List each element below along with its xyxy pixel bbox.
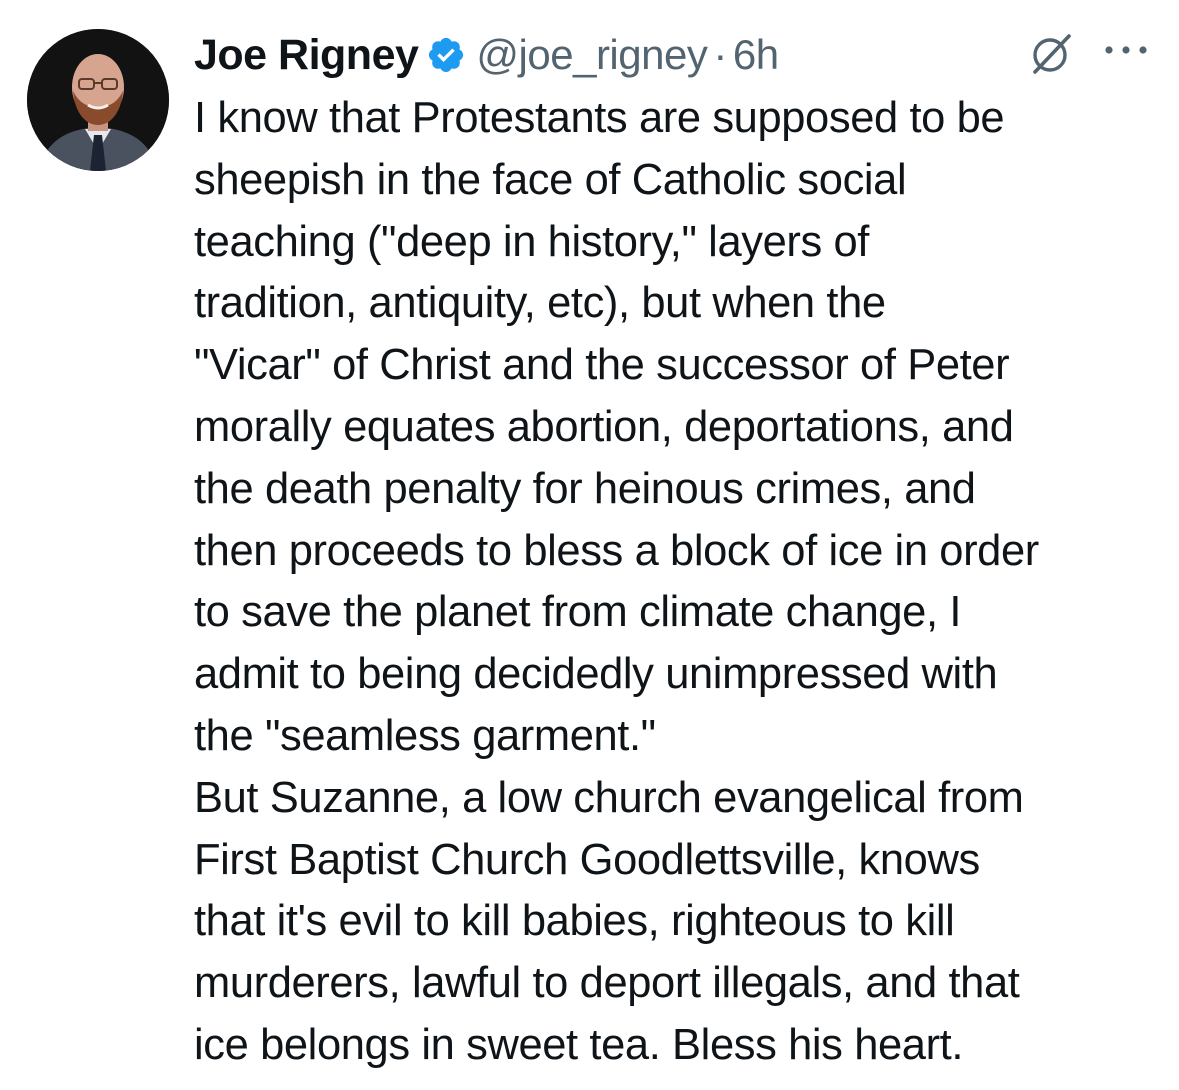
tweet[interactable]: Joe Rigney @joe_rigney · 6h I know that … — [0, 0, 1179, 1090]
tweet-timestamp[interactable]: 6h — [733, 31, 779, 79]
tweet-text-line: the "seamless garment." — [194, 711, 656, 760]
tweet-text-line: morally equates abortion, deportations, … — [194, 402, 1014, 451]
separator-dot: · — [713, 31, 727, 78]
tweet-text-line: "Vicar" of Christ and the successor of P… — [194, 341, 1010, 390]
tweet-text: I know that Protestants are supposed to … — [194, 88, 1169, 1077]
tweet-text-line: the death penalty for heinous crimes, an… — [194, 464, 976, 513]
more-options-icon[interactable] — [1100, 38, 1152, 62]
avatar-photo — [27, 29, 169, 171]
tweet-text-line: admit to being decidedly unimpressed wit… — [194, 650, 998, 699]
avatar[interactable] — [27, 29, 169, 171]
verified-badge-icon[interactable] — [426, 35, 466, 75]
tweet-text-line: First Baptist Church Goodlettsville, kno… — [194, 835, 980, 884]
tweet-header: Joe Rigney @joe_rigney · 6h — [194, 24, 1154, 86]
grok-icon[interactable] — [1027, 32, 1073, 78]
tweet-text-line: I know that Protestants are supposed to … — [194, 94, 1005, 142]
display-name[interactable]: Joe Rigney — [194, 31, 419, 80]
tweet-text-line: tradition, antiquity, etc), but when the — [194, 279, 886, 328]
tweet-text-line: But Suzanne, a low church evangelical fr… — [194, 773, 1024, 822]
tweet-text-line: sheepish in the face of Catholic social — [194, 155, 907, 204]
tweet-text-line: that it's evil to kill babies, righteous… — [194, 897, 955, 946]
author-handle[interactable]: @joe_rigney — [476, 31, 707, 79]
tweet-text-line: ice belongs in sweet tea. Bless his hear… — [194, 1020, 964, 1069]
tweet-text-line: murderers, lawful to deport illegals, an… — [194, 959, 1020, 1008]
tweet-text-line: to save the planet from climate change, … — [194, 588, 962, 637]
tweet-text-line: teaching ("deep in history," layers of — [194, 217, 869, 266]
tweet-text-line: then proceeds to bless a block of ice in… — [194, 526, 1039, 575]
